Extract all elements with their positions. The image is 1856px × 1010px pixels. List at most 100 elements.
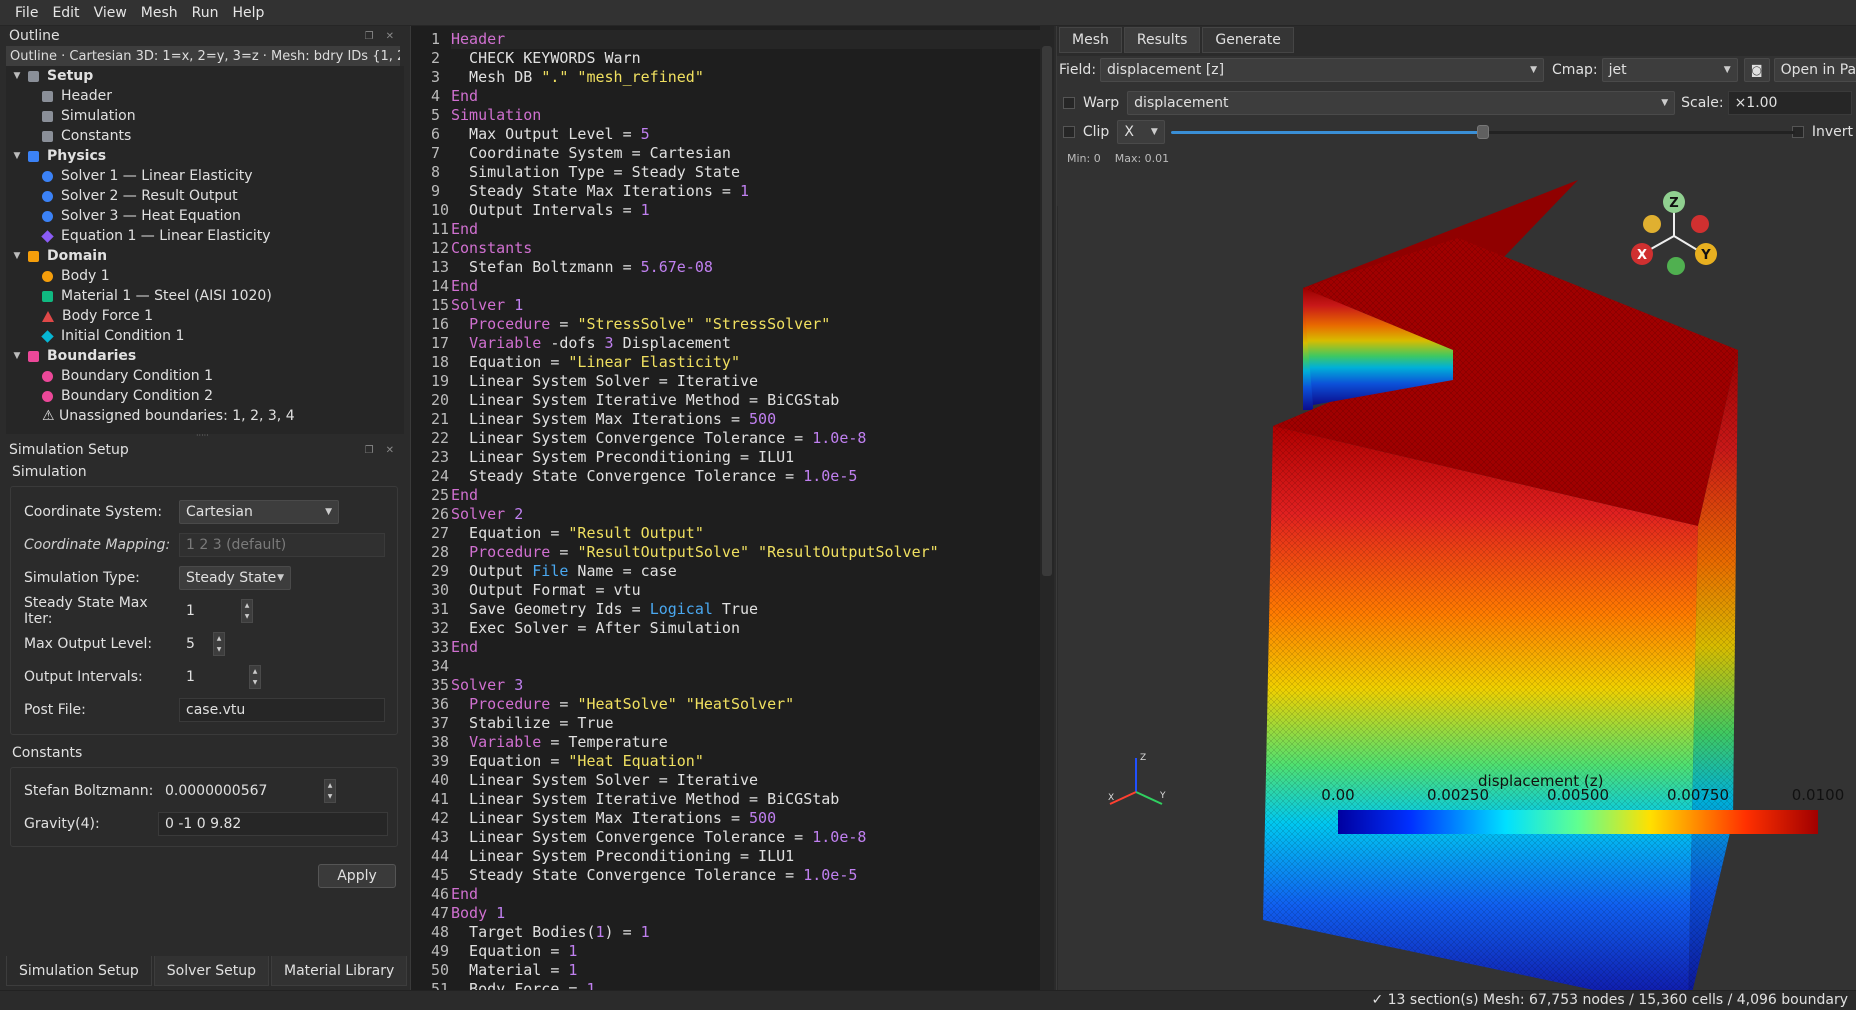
code-line[interactable]: Coordinate System = Cartesian	[451, 144, 1041, 163]
code-area[interactable]: Header CHECK KEYWORDS Warn Mesh DB "." "…	[451, 30, 1041, 990]
code-line[interactable]: Linear System Convergence Tolerance = 1.…	[451, 828, 1041, 847]
code-line[interactable]: Output Intervals = 1	[451, 201, 1041, 220]
orientation-gizmo[interactable]: Z X Y	[1618, 188, 1738, 288]
tree-item[interactable]: Equation 1 — Linear Elasticity	[6, 226, 404, 246]
tab-material-library[interactable]: Material Library	[270, 956, 408, 986]
code-line[interactable]: Procedure = "HeatSolve" "HeatSolver"	[451, 695, 1041, 714]
code-line[interactable]: Solver 1	[451, 296, 1041, 315]
sif-code-editor[interactable]: 1 2 3 4 5 6 7 8 9 10 11 12 13 14 15 16 17 18 19 20 21 22 23 24 2…	[410, 26, 1054, 990]
code-line[interactable]: Body Force = 1	[451, 980, 1041, 990]
code-line[interactable]: Max Output Level = 5	[451, 125, 1041, 144]
stefan-boltzmann-value[interactable]: 0.0000000567	[158, 778, 324, 803]
menu-mesh[interactable]: Mesh	[134, 5, 185, 21]
open-paraview-button[interactable]: Open in ParaView...	[1773, 58, 1856, 82]
tab-simulation-setup[interactable]: Simulation Setup	[6, 956, 152, 986]
tree-item[interactable]: ▼ Setup	[6, 66, 404, 86]
chevron-down-icon[interactable]: ▼	[10, 351, 24, 361]
code-line[interactable]: Variable = Temperature	[451, 733, 1041, 752]
neg-x-axis-dot[interactable]	[1643, 215, 1661, 233]
spin-arrows-icon[interactable]: ▲ ▼	[324, 778, 336, 803]
code-line[interactable]: Save Geometry Ids = Logical True	[451, 600, 1041, 619]
menu-help[interactable]: Help	[226, 5, 272, 21]
code-line[interactable]: Target Bodies(1) = 1	[451, 923, 1041, 942]
slider-thumb[interactable]	[1476, 125, 1489, 139]
apply-button[interactable]: Apply	[318, 864, 396, 888]
gravity-field[interactable]: 0 -1 0 9.82	[158, 811, 388, 836]
tab-mesh[interactable]: Mesh	[1059, 27, 1122, 53]
code-line[interactable]: CHECK KEYWORDS Warn	[451, 49, 1041, 68]
code-line[interactable]: Simulation	[451, 106, 1041, 125]
scrollbar-thumb[interactable]	[1042, 46, 1052, 576]
ss-max-iter-spinner[interactable]: 1 ▲ ▼	[179, 598, 253, 623]
code-line[interactable]: Linear System Iterative Method = BiCGSta…	[451, 790, 1041, 809]
coord-system-select[interactable]: Cartesian ▼	[179, 499, 339, 524]
chevron-down-icon[interactable]: ▼	[10, 151, 24, 161]
tree-item[interactable]: Body Force 1	[6, 306, 404, 326]
clip-checkbox[interactable]	[1063, 126, 1075, 138]
code-line[interactable]: Stefan Boltzmann = 5.67e-08	[451, 258, 1041, 277]
code-line[interactable]: Linear System Solver = Iterative	[451, 771, 1041, 790]
spin-arrows-icon[interactable]: ▲ ▼	[249, 664, 261, 689]
code-line[interactable]: Header	[451, 30, 1041, 49]
code-line[interactable]: End	[451, 220, 1041, 239]
warp-checkbox[interactable]	[1063, 97, 1075, 109]
tree-item[interactable]: Body 1	[6, 266, 404, 286]
screenshot-button[interactable]: ◙	[1743, 58, 1770, 82]
neg-y-axis-dot[interactable]	[1691, 215, 1709, 233]
code-line[interactable]: Output File Name = case	[451, 562, 1041, 581]
code-line[interactable]: Steady State Max Iterations = 1	[451, 182, 1041, 201]
spin-arrows-icon[interactable]: ▲ ▼	[213, 631, 225, 656]
code-line[interactable]: Output Format = vtu	[451, 581, 1041, 600]
clip-slider[interactable]	[1170, 125, 1795, 139]
outline-tree[interactable]: ▼ Setup Header Simulation Constants ▼ Physics S…	[6, 66, 404, 434]
tree-item[interactable]: ▼ Boundaries	[6, 346, 404, 366]
tree-item[interactable]: Boundary Condition 2	[6, 386, 404, 406]
code-line[interactable]: Mesh DB "." "mesh_refined"	[451, 68, 1041, 87]
ss-max-iter-value[interactable]: 1	[179, 598, 241, 623]
menu-run[interactable]: Run	[185, 5, 226, 21]
code-line[interactable]: Procedure = "StressSolve" "StressSolver"	[451, 315, 1041, 334]
clip-axis-select[interactable]: X ▼	[1117, 120, 1165, 144]
tree-item[interactable]: ▼ Physics	[6, 146, 404, 166]
neg-z-axis-dot[interactable]	[1667, 257, 1685, 275]
code-line[interactable]: Steady State Convergence Tolerance = 1.0…	[451, 467, 1041, 486]
code-line[interactable]: Stabilize = True	[451, 714, 1041, 733]
tab-results[interactable]: Results	[1123, 27, 1201, 53]
code-line[interactable]: Constants	[451, 239, 1041, 258]
code-line[interactable]: Linear System Preconditioning = ILU1	[451, 847, 1041, 866]
close-icon[interactable]: ✕	[386, 31, 394, 42]
menu-file[interactable]: File	[8, 5, 45, 21]
stefan-boltzmann-spinner[interactable]: 0.0000000567 ▲ ▼	[158, 778, 336, 803]
code-line[interactable]: Linear System Max Iterations = 500	[451, 809, 1041, 828]
float-icon[interactable]: ❐	[365, 445, 374, 456]
spin-arrows-icon[interactable]: ▲ ▼	[241, 598, 253, 623]
code-line[interactable]: Solver 2	[451, 505, 1041, 524]
close-icon[interactable]: ✕	[386, 445, 394, 456]
tree-item[interactable]: Initial Condition 1	[6, 326, 404, 346]
scale-field[interactable]: ×1.00	[1727, 91, 1852, 115]
tree-item[interactable]: Solver 3 — Heat Equation	[6, 206, 404, 226]
tree-item[interactable]: Simulation	[6, 106, 404, 126]
tree-item[interactable]: ⚠ Unassigned boundaries: 1, 2, 3, 4	[6, 406, 404, 426]
code-line[interactable]: End	[451, 277, 1041, 296]
code-line[interactable]: Material = 1	[451, 961, 1041, 980]
code-line[interactable]: Body 1	[451, 904, 1041, 923]
tree-item[interactable]: Solver 2 — Result Output	[6, 186, 404, 206]
code-line[interactable]: Equation = "Result Output"	[451, 524, 1041, 543]
code-line[interactable]: Solver 3	[451, 676, 1041, 695]
code-line[interactable]: End	[451, 885, 1041, 904]
cmap-select[interactable]: jet ▼	[1601, 58, 1738, 82]
code-line[interactable]: Equation = "Linear Elasticity"	[451, 353, 1041, 372]
editor-scrollbar[interactable]	[1040, 26, 1054, 990]
chevron-down-icon[interactable]: ▼	[10, 251, 24, 261]
code-line[interactable]	[451, 657, 1041, 676]
tree-item[interactable]: Material 1 — Steel (AISI 1020)	[6, 286, 404, 306]
code-line[interactable]: Linear System Preconditioning = ILU1	[451, 448, 1041, 467]
tab-generate[interactable]: Generate	[1202, 27, 1294, 53]
tree-item[interactable]: ▼ Domain	[6, 246, 404, 266]
max-output-level-spinner[interactable]: 5 ▲ ▼	[179, 631, 225, 656]
tree-item[interactable]: Solver 1 — Linear Elasticity	[6, 166, 404, 186]
code-line[interactable]: Equation = 1	[451, 942, 1041, 961]
code-line[interactable]: Simulation Type = Steady State	[451, 163, 1041, 182]
code-line[interactable]: Exec Solver = After Simulation	[451, 619, 1041, 638]
